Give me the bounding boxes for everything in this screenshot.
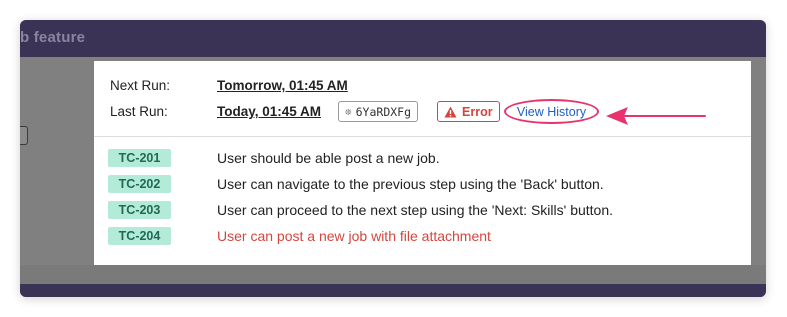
test-case-title: User should be able post a new job. [217, 150, 440, 166]
next-run-label: Next Run: [110, 78, 171, 93]
last-run-label: Last Run: [110, 104, 168, 119]
test-case-id[interactable]: TC-201 [108, 149, 171, 167]
background-footer-strip [20, 265, 766, 284]
test-case-row: TC-204 User can post a new job with file… [94, 227, 751, 247]
status-badge: Error [437, 101, 500, 122]
test-case-title: User can proceed to the next step using … [217, 202, 614, 218]
view-history-link[interactable]: View History [517, 105, 586, 119]
test-case-row: TC-201 User should be able post a new jo… [94, 149, 751, 169]
annotation-arrow [606, 107, 706, 125]
test-case-id[interactable]: TC-204 [108, 227, 171, 245]
build-icon: ❊ [345, 105, 352, 118]
test-case-title: User can navigate to the previous step u… [217, 176, 604, 192]
status-text: Error [462, 104, 493, 119]
run-id-badge[interactable]: ❊ 6YaRDXFg [338, 101, 419, 122]
run-details-popover: Next Run: Tomorrow, 01:45 AM Last Run: T… [94, 61, 751, 265]
test-case-row: TC-203 User can proceed to the next step… [94, 201, 751, 221]
test-case-title-failed: User can post a new job with file attach… [217, 228, 491, 244]
window-header: b feature [20, 20, 766, 57]
test-case-row: TC-202 User can navigate to the previous… [94, 175, 751, 195]
window-footer-bar [20, 284, 766, 297]
test-case-id[interactable]: TC-202 [108, 175, 171, 193]
last-run-value: Today, 01:45 AM [217, 104, 322, 119]
background-input-field [20, 126, 28, 145]
warning-icon [444, 106, 457, 117]
divider [94, 136, 751, 137]
window-title: b feature [20, 29, 86, 46]
test-case-id[interactable]: TC-203 [108, 201, 171, 219]
next-run-value: Tomorrow, 01:45 AM [217, 78, 348, 93]
view-history-button[interactable]: View History [504, 99, 599, 124]
run-id-text: 6YaRDXFg [355, 104, 412, 119]
